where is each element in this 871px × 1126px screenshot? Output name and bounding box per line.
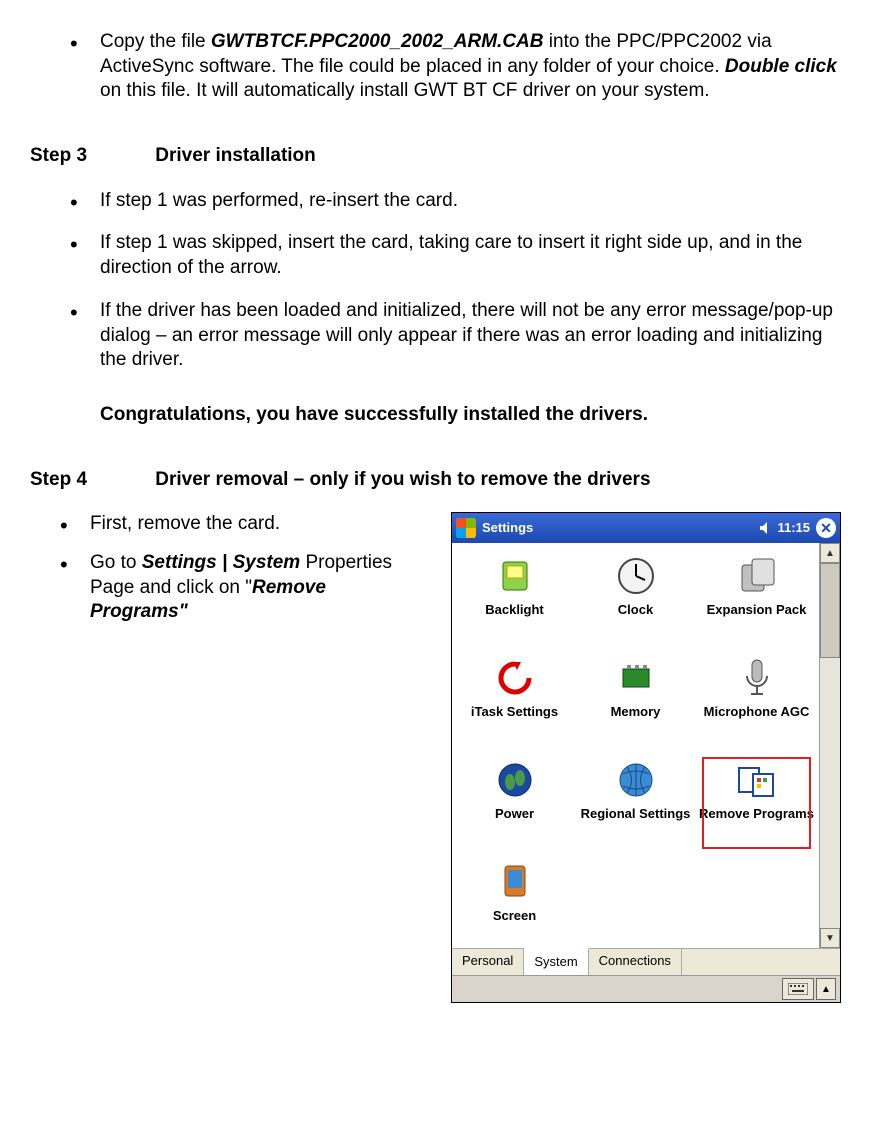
- intro-bullet: Copy the file GWTBTCF.PPC2000_2002_ARM.C…: [70, 30, 841, 104]
- itask-icon: [492, 655, 538, 701]
- tab-connections[interactable]: Connections: [589, 949, 682, 975]
- item-label: Screen: [493, 909, 536, 924]
- scroll-up-icon[interactable]: ▲: [820, 543, 840, 563]
- item-label: Memory: [611, 705, 661, 720]
- globe-icon: [613, 757, 659, 803]
- item-label: Clock: [618, 603, 653, 618]
- step4-bullet-1: First, remove the card.: [60, 512, 420, 537]
- backlight-icon: [492, 553, 538, 599]
- item-label: Regional Settings: [581, 807, 691, 822]
- close-button[interactable]: ✕: [816, 518, 836, 538]
- windows-start-icon[interactable]: [456, 518, 476, 538]
- expansion-pack-icon: [734, 553, 780, 599]
- memory-icon: [613, 655, 659, 701]
- step-title: Driver removal – only if you wish to rem…: [155, 469, 650, 490]
- step3-heading: Step 3 Driver installation: [30, 144, 841, 169]
- ppc-titlebar: Settings 11:15 ✕: [452, 513, 840, 543]
- clock-icon: [613, 553, 659, 599]
- text: Copy the file: [100, 31, 211, 52]
- microphone-icon: [734, 655, 780, 701]
- step3-bullet-3: If the driver has been loaded and initia…: [70, 299, 841, 373]
- volume-indicator[interactable]: 11:15: [759, 520, 810, 537]
- scroll-track[interactable]: [820, 658, 840, 928]
- scroll-thumb[interactable]: [820, 563, 840, 658]
- clock-time: 11:15: [777, 520, 810, 537]
- settings-grid: Backlight Clock Expansion Pack: [452, 543, 819, 948]
- item-label: Microphone AGC: [704, 705, 810, 720]
- step4-list: First, remove the card. Go to Settings |…: [30, 512, 420, 625]
- settings-item-itask-settings[interactable]: iTask Settings: [456, 651, 573, 751]
- item-label: Backlight: [485, 603, 544, 618]
- step3-list: If step 1 was performed, re-insert the c…: [30, 189, 841, 373]
- ppc-bottom-bar: ▲: [452, 975, 840, 1002]
- step-title: Driver installation: [155, 145, 316, 166]
- speaker-icon: [759, 521, 773, 535]
- settings-item-clock[interactable]: Clock: [577, 549, 694, 649]
- settings-item-remove-programs[interactable]: Remove Programs: [698, 753, 815, 853]
- sip-up-icon[interactable]: ▲: [816, 978, 836, 1000]
- settings-item-regional-settings[interactable]: Regional Settings: [577, 753, 694, 853]
- pocketpc-screenshot: Settings 11:15 ✕ Backlight: [451, 512, 841, 1003]
- settings-item-expansion-pack[interactable]: Expansion Pack: [698, 549, 815, 649]
- tab-system[interactable]: System: [524, 948, 588, 975]
- step3-bullet-2: If step 1 was skipped, insert the card, …: [70, 231, 841, 280]
- filename: GWTBTCF.PPC2000_2002_ARM.CAB: [211, 31, 544, 52]
- settings-item-screen[interactable]: Screen: [456, 855, 573, 948]
- ppc-title: Settings: [482, 520, 759, 537]
- step3-bullet-1: If step 1 was performed, re-insert the c…: [70, 189, 841, 214]
- step4-heading: Step 4 Driver removal – only if you wish…: [30, 468, 841, 493]
- settings-item-microphone-agc[interactable]: Microphone AGC: [698, 651, 815, 751]
- congrats-text: Congratulations, you have successfully i…: [100, 403, 841, 428]
- scroll-down-icon[interactable]: ▼: [820, 928, 840, 948]
- text: Go to: [90, 552, 142, 573]
- settings-item-power[interactable]: Power: [456, 753, 573, 853]
- tab-personal[interactable]: Personal: [452, 949, 524, 975]
- item-label: Power: [495, 807, 534, 822]
- ppc-tabs: Personal System Connections: [452, 948, 840, 975]
- settings-item-backlight[interactable]: Backlight: [456, 549, 573, 649]
- step-number: Step 4: [30, 468, 150, 493]
- remove-programs-icon: [734, 757, 780, 803]
- double-click: Double click: [725, 56, 837, 77]
- settings-item-memory[interactable]: Memory: [577, 651, 694, 751]
- item-label: iTask Settings: [471, 705, 558, 720]
- step4-bullet-2: Go to Settings | System Properties Page …: [60, 551, 420, 625]
- item-label: Remove Programs: [699, 807, 814, 822]
- scrollbar[interactable]: ▲ ▼: [819, 543, 840, 948]
- step-number: Step 3: [30, 144, 150, 169]
- text: on this file. It will automatically inst…: [100, 80, 710, 101]
- settings-path: Settings | System: [142, 552, 300, 573]
- power-icon: [492, 757, 538, 803]
- intro-list: Copy the file GWTBTCF.PPC2000_2002_ARM.C…: [30, 30, 841, 104]
- item-label: Expansion Pack: [707, 603, 807, 618]
- screen-icon: [492, 859, 538, 905]
- keyboard-icon[interactable]: [782, 978, 814, 1000]
